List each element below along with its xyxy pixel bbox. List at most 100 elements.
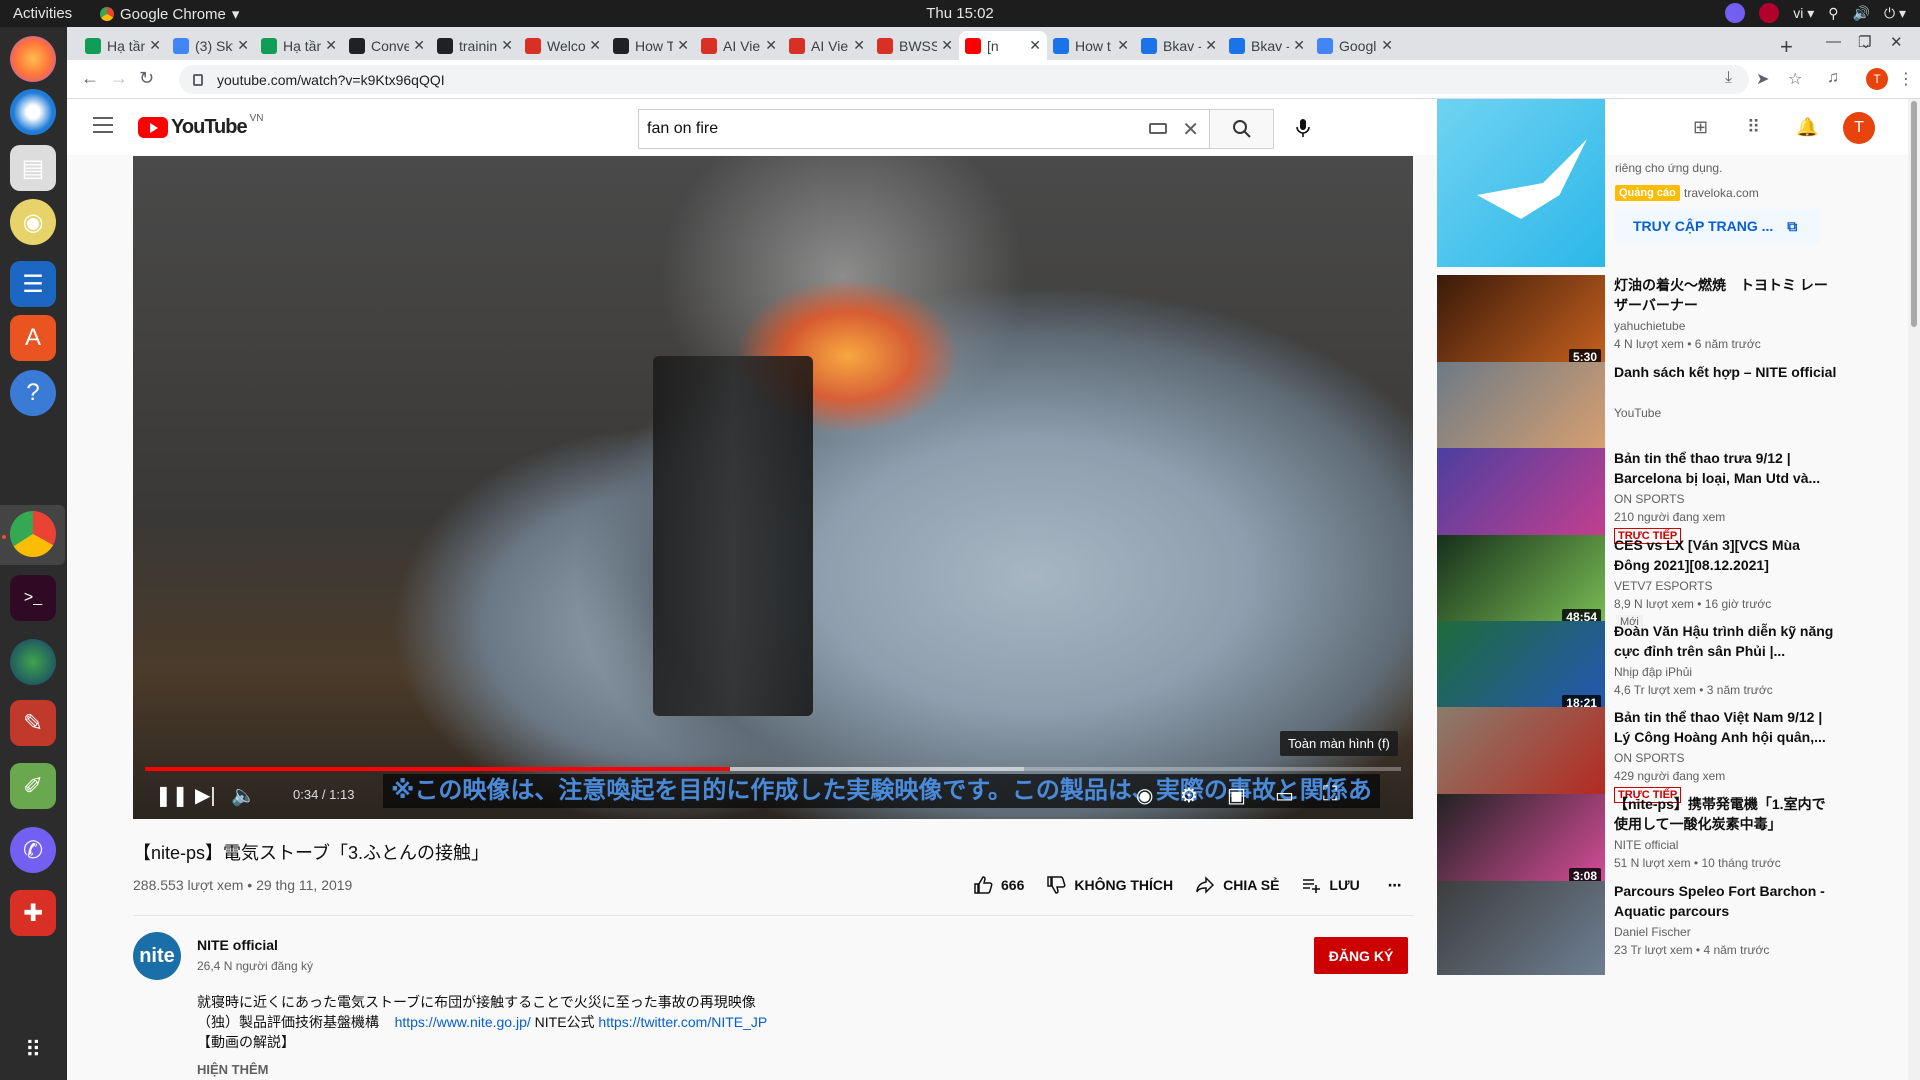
- page-scrollbar[interactable]: [1908, 99, 1920, 1080]
- subscribe-button[interactable]: ĐĂNG KÝ: [1314, 937, 1408, 974]
- video-thumbnail[interactable]: 48:54: [1437, 535, 1605, 629]
- send-icon[interactable]: ➤: [1756, 69, 1769, 89]
- install-icon[interactable]: ⤓: [1725, 69, 1732, 87]
- nite-link[interactable]: https://www.nite.go.jp/: [395, 1014, 531, 1030]
- close-tab-icon[interactable]: ✕: [413, 37, 425, 54]
- software-center-icon[interactable]: A: [10, 315, 56, 361]
- miniplayer-icon[interactable]: ▣: [1227, 783, 1246, 808]
- video-thumbnail[interactable]: 18:21: [1437, 621, 1605, 715]
- bookmark-star-icon[interactable]: ☆: [1788, 69, 1802, 89]
- close-tab-icon[interactable]: ✕: [941, 37, 953, 54]
- recommended-video[interactable]: 3:08 【nite-ps】携帯発電機「1.室内で使用して一酸化炭素中毒」 NITE…: [1437, 794, 1847, 888]
- viber-dock-icon[interactable]: ✆: [10, 827, 56, 873]
- pause-icon[interactable]: ❚❚: [155, 783, 189, 808]
- terminal-icon[interactable]: >_: [10, 575, 56, 621]
- system-tray[interactable]: vi ▾ ⚲ 🔊 ⏻ ▾: [1725, 3, 1906, 23]
- new-tab-icon[interactable]: +: [1780, 34, 1793, 60]
- clock[interactable]: Thu 15:02: [926, 5, 994, 22]
- earth-icon[interactable]: [10, 639, 56, 685]
- video-player[interactable]: Toàn màn hình (f) ❚❚ ▶| 🔈 0:34 / 1:13 ※こ…: [133, 156, 1413, 819]
- close-tab-icon[interactable]: ✕: [765, 37, 777, 54]
- address-bar[interactable]: youtube.com/watch?v=k9Ktx96qQQI: [179, 65, 1749, 94]
- video-title[interactable]: Parcours Speleo Fort Barchon - Aquatic p…: [1614, 881, 1839, 921]
- back-icon[interactable]: ←: [81, 68, 99, 89]
- show-apps-icon[interactable]: ⠿: [10, 1027, 56, 1073]
- recommended-video[interactable]: 5:30 灯油の着火〜燃焼 トヨトミ レーザーバーナー yahuchietube 4 …: [1437, 275, 1847, 369]
- activities-button[interactable]: Activities: [13, 5, 72, 22]
- clear-search-icon[interactable]: ✕: [1182, 117, 1199, 142]
- browser-tab[interactable]: BWSS ✕: [871, 31, 959, 60]
- network-icon[interactable]: ⚲: [1828, 5, 1838, 22]
- ad-visit-button[interactable]: TRUY CẬP TRANG ... ⧉: [1615, 209, 1820, 243]
- channel-name[interactable]: NITE official: [197, 937, 278, 953]
- video-title[interactable]: CES vs LX [Ván 3][VCS Mùa Đông 2021][08.…: [1614, 535, 1839, 575]
- rhythmbox-icon[interactable]: ◉: [10, 199, 56, 245]
- account-avatar[interactable]: T: [1843, 112, 1875, 144]
- like-button[interactable]: 666: [973, 875, 1024, 895]
- volume-player-icon[interactable]: 🔈: [231, 783, 256, 808]
- url-text[interactable]: youtube.com/watch?v=k9Ktx96qQQI: [217, 72, 445, 88]
- close-tab-icon[interactable]: ✕: [149, 37, 161, 54]
- recommended-video[interactable]: 48:54 CES vs LX [Ván 3][VCS Mùa Đông 2021…: [1437, 535, 1847, 629]
- close-tab-icon[interactable]: ✕: [237, 37, 249, 54]
- close-tab-icon[interactable]: ✕: [501, 37, 513, 54]
- maximize-icon[interactable]: ❐: [1858, 33, 1871, 51]
- forward-icon[interactable]: →: [110, 68, 128, 89]
- next-video-icon[interactable]: ▶|: [195, 783, 216, 808]
- app-menu[interactable]: Google Chrome ▾: [100, 5, 239, 23]
- writer-icon[interactable]: ☰: [10, 261, 56, 307]
- browser-tab[interactable]: Bkav - ✕: [1135, 31, 1223, 60]
- browser-tab[interactable]: How T ✕: [607, 31, 695, 60]
- video-title[interactable]: Đoàn Văn Hậu trình diễn kỹ năng cực đỉnh…: [1614, 621, 1839, 661]
- share-button[interactable]: CHIA SẺ: [1195, 875, 1279, 895]
- video-thumbnail[interactable]: [1437, 448, 1605, 542]
- recommended-video[interactable]: Danh sách kết hợp – NITE official YouTube: [1437, 362, 1847, 456]
- video-title[interactable]: Bản tin thể thao trưa 9/12 | Barcelona b…: [1614, 448, 1839, 488]
- reload-icon[interactable]: ↻: [139, 68, 154, 89]
- ad-card[interactable]: riêng cho ứng dụng. Quảng cáo traveloka.…: [1437, 99, 1847, 267]
- video-title[interactable]: Bản tin thể thao Việt Nam 9/12 | Lý Công…: [1614, 707, 1839, 747]
- settings-gear-icon[interactable]: ⚙: [1180, 783, 1198, 808]
- lock-icon[interactable]: [193, 73, 203, 86]
- video-title[interactable]: Danh sách kết hợp – NITE official: [1614, 362, 1839, 382]
- media-control-icon[interactable]: ♫: [1827, 69, 1839, 87]
- video-thumbnail[interactable]: 5:30: [1437, 275, 1605, 369]
- minimize-icon[interactable]: —: [1826, 33, 1841, 50]
- bkav-shield-icon[interactable]: ✚: [10, 890, 56, 936]
- recommended-video[interactable]: Parcours Speleo Fort Barchon - Aquatic p…: [1437, 881, 1847, 975]
- voice-search-icon[interactable]: [1291, 116, 1315, 140]
- browser-tab[interactable]: Googl ✕: [1311, 31, 1399, 60]
- profile-avatar[interactable]: T: [1866, 68, 1888, 90]
- video-thumbnail[interactable]: [1437, 362, 1605, 456]
- browser-tab[interactable]: AI Vie ✕: [783, 31, 871, 60]
- hamburger-menu-icon[interactable]: [93, 117, 113, 138]
- chrome-dock-icon[interactable]: [10, 511, 56, 557]
- scrollbar-thumb[interactable]: [1911, 101, 1917, 327]
- save-button[interactable]: LƯU: [1301, 875, 1360, 895]
- close-tab-icon[interactable]: ✕: [853, 37, 865, 54]
- close-tab-icon[interactable]: ✕: [1381, 37, 1393, 54]
- search-button[interactable]: [1210, 109, 1274, 149]
- keyboard-icon[interactable]: [1149, 123, 1167, 134]
- close-tab-icon[interactable]: ✕: [1117, 37, 1129, 54]
- dislike-button[interactable]: KHÔNG THÍCH: [1046, 875, 1173, 895]
- firefox-icon[interactable]: [10, 36, 56, 82]
- search-input[interactable]: fan on fire ✕: [638, 109, 1210, 149]
- video-title[interactable]: 灯油の着火〜燃焼 トヨトミ レーザーバーナー: [1614, 275, 1839, 315]
- browser-tab[interactable]: (3) Sky✕: [167, 31, 255, 60]
- recommended-video[interactable]: 18:21 Đoàn Văn Hậu trình diễn kỹ năng cực…: [1437, 621, 1847, 715]
- video-thumbnail[interactable]: [1437, 881, 1605, 975]
- close-window-icon[interactable]: ✕: [1890, 33, 1903, 51]
- theater-mode-icon[interactable]: ▭: [1275, 783, 1294, 808]
- show-more-button[interactable]: HIỆN THÊM: [197, 1062, 269, 1077]
- power-icon[interactable]: ⏻ ▾: [1884, 5, 1906, 22]
- close-tab-icon[interactable]: ✕: [1029, 37, 1041, 54]
- close-tab-icon[interactable]: ✕: [589, 37, 601, 54]
- kebab-menu-icon[interactable]: ⋮: [1898, 69, 1914, 89]
- browser-tab[interactable]: How t ✕: [1047, 31, 1135, 60]
- volume-icon[interactable]: 🔊: [1853, 5, 1870, 22]
- recommended-video[interactable]: Bản tin thể thao Việt Nam 9/12 | Lý Công…: [1437, 707, 1847, 803]
- help-icon[interactable]: ?: [10, 370, 56, 416]
- autoplay-toggle-icon[interactable]: ◉: [1136, 783, 1153, 808]
- youtube-logo[interactable]: YouTube VN: [138, 113, 263, 139]
